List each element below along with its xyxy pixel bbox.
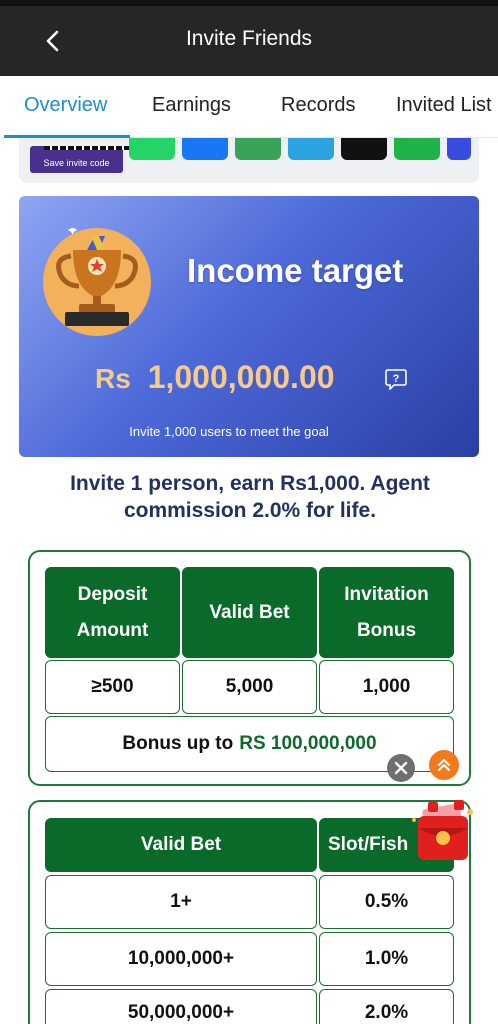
help-button[interactable]: ?: [385, 368, 407, 391]
income-target-title: Income target: [187, 252, 404, 289]
tab-records[interactable]: Records: [281, 94, 355, 117]
valid-bet-value: 5,000: [182, 660, 317, 714]
income-target-subtitle: Invite 1,000 users to meet the goal: [129, 424, 329, 439]
double-chevron-up-icon: [438, 759, 450, 771]
red-envelope-gift-icon: [412, 800, 473, 860]
table-row-bet: 1+: [45, 875, 317, 929]
income-target-amount: Rs 1,000,000.00: [95, 359, 335, 396]
table-row-rate: 2.0%: [319, 989, 454, 1024]
currency-label: Rs: [95, 363, 131, 394]
table-row-bet: 50,000,000+: [45, 989, 317, 1024]
table-row-rate: 0.5%: [319, 875, 454, 929]
svg-text:?: ?: [393, 373, 400, 385]
more-share-button[interactable]: [447, 138, 471, 160]
message-share-button[interactable]: [394, 138, 440, 160]
tab-overview[interactable]: Overview: [24, 94, 107, 117]
deposit-amount-value: ≥500: [45, 660, 180, 714]
invitation-bonus-table: Deposit Amount Valid Bet Invitation Bonu…: [28, 550, 471, 786]
trophy-badge: [43, 225, 151, 336]
scroll-top-button[interactable]: [429, 750, 459, 780]
save-invite-code-button[interactable]: Save invite code: [30, 146, 130, 173]
tab-invited-list[interactable]: Invited List: [396, 94, 492, 117]
bonus-prefix: Bonus up to: [122, 733, 234, 754]
x-share-button[interactable]: [341, 138, 387, 160]
invitation-bonus-value: 1,000: [319, 660, 454, 714]
page-title: Invite Friends: [185, 27, 313, 50]
header-valid-bet: Valid Bet: [45, 818, 317, 872]
status-bar: [0, 0, 498, 6]
qr-code-fragment: [44, 146, 130, 150]
table-row-rate: 1.0%: [319, 932, 454, 986]
telegram-share-button[interactable]: [288, 138, 334, 160]
table-row-bet: 10,000,000+: [45, 932, 317, 986]
header-valid-bet: Valid Bet: [182, 567, 317, 658]
invite-headline: Invite 1 person, earn Rs1,000. Agent com…: [70, 472, 430, 522]
gift-float-button[interactable]: [404, 798, 482, 868]
question-bubble-icon: ?: [385, 369, 407, 391]
tab-bar: Overview Earnings Records Invited List: [0, 76, 498, 138]
whatsapp-share-button[interactable]: [129, 138, 175, 160]
income-target-card: Income target Rs 1,000,000.00 ? Invite 1…: [19, 196, 479, 457]
header-invitation-bonus: Invitation Bonus: [319, 567, 454, 658]
tab-earnings[interactable]: Earnings: [152, 94, 231, 117]
line-share-button[interactable]: [235, 138, 281, 160]
facebook-share-button[interactable]: [182, 138, 228, 160]
save-invite-code-label: Save invite code: [43, 158, 110, 168]
header-deposit-amount: Deposit Amount: [45, 567, 180, 658]
trophy-icon: [56, 225, 138, 326]
app-bar: Invite Friends: [0, 0, 498, 76]
amount-value: 1,000,000.00: [147, 359, 335, 395]
close-float-button[interactable]: [387, 754, 415, 782]
bonus-max-value: RS 100,000,000: [239, 733, 377, 754]
share-strip: Save invite code: [19, 138, 479, 183]
close-icon: [394, 761, 408, 775]
